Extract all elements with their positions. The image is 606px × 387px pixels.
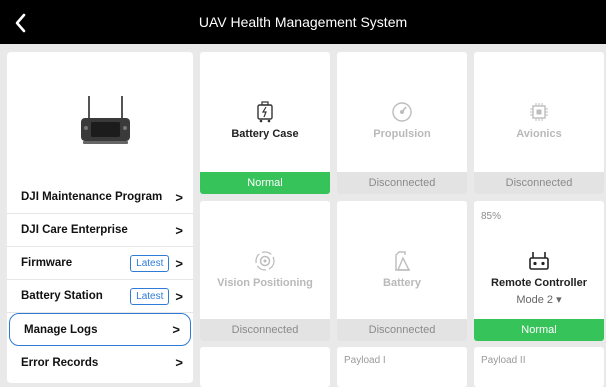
sidebar-item-error-records[interactable]: Error Records > [7, 346, 193, 379]
remote-controller-icon [474, 249, 604, 273]
card-payload-2[interactable]: Payload II [474, 347, 604, 387]
battery-case-icon [200, 100, 330, 124]
chevron-right-icon: > [175, 355, 183, 370]
sidebar-item-maintenance-program[interactable]: DJI Maintenance Program > [7, 181, 193, 214]
latest-badge: Latest [130, 254, 170, 272]
status-badge: Normal [200, 172, 330, 194]
chevron-right-icon: > [175, 222, 183, 238]
card-title: Avionics [516, 128, 562, 140]
card-title: Propulsion [373, 128, 431, 140]
card-empty [200, 347, 330, 387]
battery-percentage: 85% [481, 211, 502, 222]
sidebar-item-manage-logs[interactable]: Manage Logs > [9, 313, 191, 346]
chevron-right-icon: > [175, 255, 183, 271]
mode-dropdown[interactable]: Mode 2 ▾ [474, 293, 604, 306]
status-badge: Disconnected [337, 319, 467, 341]
sidebar-item-firmware[interactable]: Firmware Latest > [7, 247, 193, 280]
vision-sensor-icon [200, 249, 330, 273]
card-title: Vision Positioning [217, 277, 313, 289]
chip-icon [474, 100, 604, 124]
card-battery[interactable]: Battery Disconnected [337, 201, 467, 341]
status-badge: Disconnected [474, 172, 604, 194]
page-title: UAV Health Management System [198, 14, 408, 30]
card-title: Payload II [481, 355, 526, 366]
card-avionics[interactable]: Avionics Disconnected [474, 52, 604, 194]
sidebar-menu: DJI Maintenance Program > DJI Care Enter… [7, 181, 193, 379]
device-image [7, 52, 193, 172]
card-remote-controller[interactable]: 85% Remote Controller Mode 2 ▾ Normal [474, 201, 604, 341]
status-badge: Disconnected [337, 172, 467, 194]
sidebar-item-care-enterprise[interactable]: DJI Care Enterprise > [7, 214, 193, 247]
chevron-right-icon: > [175, 288, 183, 304]
chevron-right-icon: > [175, 189, 183, 205]
card-title: Remote Controller [491, 277, 587, 289]
card-title: Payload I [344, 355, 386, 366]
sidebar-item-battery-station[interactable]: Battery Station Latest > [7, 280, 193, 313]
sidebar-item-label: Error Records [21, 356, 99, 369]
remote-controller-icon [81, 96, 130, 144]
card-title: Battery Case [231, 128, 299, 140]
sidebar-item-label: Manage Logs [24, 323, 98, 336]
battery-icon [337, 249, 467, 273]
chevron-right-icon: > [172, 322, 180, 337]
card-propulsion[interactable]: Propulsion Disconnected [337, 52, 467, 194]
card-title: Battery [383, 277, 421, 289]
status-badge: Normal [474, 319, 604, 341]
sidebar-item-label: DJI Maintenance Program [21, 191, 163, 203]
sidebar-item-label: Battery Station [21, 290, 103, 302]
sidebar-item-label: DJI Care Enterprise [21, 224, 128, 236]
latest-badge: Latest [130, 287, 170, 305]
card-vision-positioning[interactable]: Vision Positioning Disconnected [200, 201, 330, 341]
card-battery-case[interactable]: Battery Case Normal [200, 52, 330, 194]
sidebar-item-label: Firmware [21, 257, 73, 269]
card-payload-1[interactable]: Payload I [337, 347, 467, 387]
status-badge: Disconnected [200, 319, 330, 341]
propulsion-icon [337, 100, 467, 124]
sidebar-panel: DJI Maintenance Program > DJI Care Enter… [7, 52, 193, 383]
top-bar: UAV Health Management System [0, 0, 606, 44]
